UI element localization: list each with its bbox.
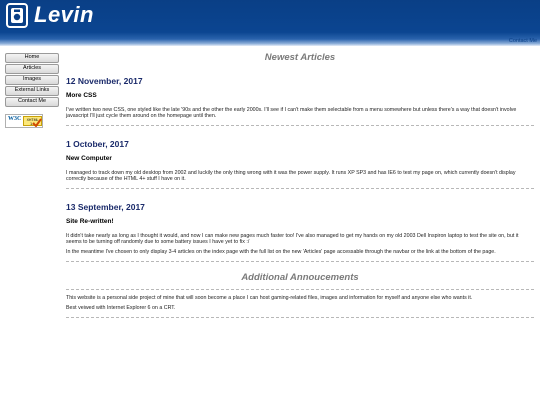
article-date: 12 November, 2017 <box>66 76 143 86</box>
navbar: Home Articles Images External Links Cont… <box>5 53 59 108</box>
divider <box>66 316 534 318</box>
nav-images-button[interactable]: Images <box>5 75 59 85</box>
article-title: Site Re-written! <box>66 217 114 225</box>
article-body: I managed to track down my old desktop f… <box>66 169 516 183</box>
main-content: Newest Articles 12 November, 2017 More C… <box>66 52 534 318</box>
divider <box>66 187 534 189</box>
article-date: 13 September, 2017 <box>66 201 145 212</box>
w3c-xhtml-badge[interactable]: W3C XHTML 1.1 <box>5 114 43 128</box>
announcement-text: This website is a personal side project … <box>66 294 473 301</box>
article: 1 October, 2017 New Computer I managed t… <box>66 139 534 189</box>
nav-articles-button[interactable]: Articles <box>5 64 59 74</box>
divider <box>66 124 534 126</box>
article: 13 September, 2017 Site Re-written! It d… <box>66 202 534 262</box>
newest-articles-heading: Newest Articles <box>264 52 336 63</box>
additional-announcements-heading: Additional Annoucements <box>241 271 359 283</box>
article-title: New Computer <box>66 154 112 162</box>
nav-home-button[interactable]: Home <box>5 53 59 63</box>
announcement-text: Best veiwed with Internet Explorer 6 on … <box>66 305 176 312</box>
article-date: 1 October, 2017 <box>66 138 129 149</box>
article-body: In the meantime I've chosen to only disp… <box>66 249 496 256</box>
w3c-logo-text: W3C <box>8 116 22 122</box>
header-contact-link[interactable]: Contact Me <box>509 38 537 44</box>
divider <box>66 260 534 262</box>
article-body: I've written two new CSS, one styled lik… <box>66 107 517 120</box>
checkmark-icon <box>32 118 42 127</box>
site-logo <box>6 3 28 28</box>
site-header: Levin Contact Me <box>0 0 540 46</box>
nav-contact-button[interactable]: Contact Me <box>5 97 59 107</box>
nav-external-links-button[interactable]: External Links <box>5 86 59 96</box>
divider <box>66 288 534 290</box>
site-title: Levin <box>34 2 94 27</box>
article-title: More CSS <box>66 92 97 99</box>
article-body: It didn't take nearly as long as I thoug… <box>66 232 519 246</box>
logo-icon <box>11 8 23 23</box>
article: 12 November, 2017 More CSS I've written … <box>66 76 534 126</box>
